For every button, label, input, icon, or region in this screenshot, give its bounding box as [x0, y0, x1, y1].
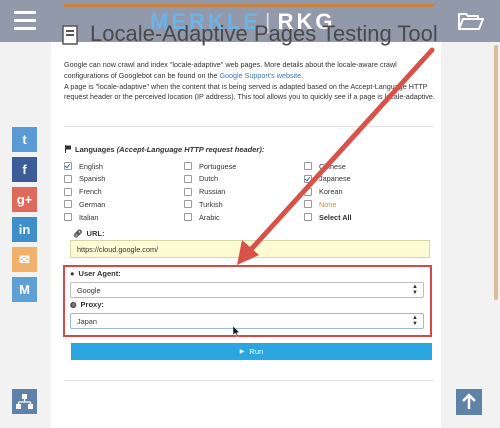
- run-label: Run: [249, 347, 264, 356]
- play-icon: ▶: [239, 349, 245, 355]
- checkbox[interactable]: [64, 200, 72, 209]
- language-option-italian[interactable]: Italian: [64, 211, 98, 223]
- language-label: French: [79, 187, 102, 197]
- language-option-russian[interactable]: Russian: [184, 186, 225, 198]
- language-option-arabic[interactable]: Arabic: [184, 211, 220, 223]
- url-heading: 🔗︎ URL:: [73, 229, 104, 238]
- language-label: Italian: [79, 212, 99, 222]
- divider: [64, 380, 434, 381]
- proxy-value: Japan: [77, 317, 97, 326]
- checkbox[interactable]: [184, 162, 192, 170]
- linkedin-icon[interactable]: in: [12, 217, 37, 242]
- checkbox[interactable]: [64, 187, 72, 196]
- page-title-row: Locale-Adaptive Pages Testing Tool: [62, 21, 442, 49]
- language-option-spanish[interactable]: Spanish: [64, 173, 105, 185]
- language-label: Russian: [199, 187, 226, 197]
- checkbox[interactable]: [184, 213, 192, 222]
- proxy-heading: ◍ Proxy:: [70, 300, 104, 309]
- link-icon: 🔗︎: [73, 229, 83, 238]
- user-agent-label: User Agent:: [78, 269, 121, 278]
- checkbox[interactable]: [304, 162, 312, 170]
- proxy-label: Proxy:: [80, 300, 104, 309]
- checkbox[interactable]: [64, 213, 72, 222]
- checkbox[interactable]: [64, 174, 72, 183]
- checkbox[interactable]: [304, 213, 312, 222]
- user-agent-value: Google: [77, 286, 101, 295]
- languages-heading: Languages (Accept-Language HTTP request …: [64, 145, 264, 154]
- divider: [64, 126, 434, 127]
- language-option-dutch[interactable]: Dutch: [184, 173, 218, 185]
- language-option-german[interactable]: German: [64, 198, 105, 210]
- brand-accent-line: [64, 4, 434, 7]
- language-label: Chinese: [319, 161, 346, 171]
- language-label: None: [319, 199, 337, 209]
- language-label: Select All: [319, 212, 352, 222]
- language-label: Portuguese: [199, 161, 237, 171]
- language-option-korean[interactable]: Korean: [304, 186, 343, 198]
- select-caret-icon: ▲ ▼: [412, 284, 418, 296]
- checkbox[interactable]: [184, 174, 192, 183]
- language-option-french[interactable]: French: [64, 186, 102, 198]
- intro-p2: A page is "locale-adaptive" when the con…: [64, 81, 435, 102]
- folder-open-icon[interactable]: [458, 10, 484, 32]
- languages-hint: (Accept-Language HTTP request header):: [116, 145, 265, 154]
- checkbox[interactable]: [184, 200, 192, 209]
- flag-icon: [65, 145, 71, 153]
- user-agent-select[interactable]: Google ▲ ▼: [70, 282, 424, 298]
- google-support-link[interactable]: Google Support's website: [219, 71, 301, 80]
- facebook-icon[interactable]: f: [12, 157, 37, 182]
- language-label: Dutch: [199, 174, 219, 184]
- language-label: Spanish: [79, 174, 106, 184]
- checkbox[interactable]: [184, 187, 192, 196]
- language-label: Japanese: [319, 174, 351, 184]
- languages-label: Languages: [75, 145, 115, 154]
- globe-icon: ◍: [70, 300, 77, 309]
- google-plus-icon[interactable]: g+: [12, 187, 37, 212]
- language-label: English: [79, 161, 103, 171]
- proxy-select[interactable]: Japan ▲ ▼: [70, 313, 424, 329]
- checkbox[interactable]: [64, 162, 72, 170]
- url-label: URL:: [86, 229, 105, 238]
- language-label: Turkish: [199, 199, 223, 209]
- scrollbar[interactable]: [494, 45, 498, 300]
- language-label: Korean: [319, 187, 343, 197]
- scroll-to-top-icon[interactable]: [456, 389, 482, 415]
- run-button[interactable]: ▶ Run: [71, 343, 432, 360]
- language-option-chinese[interactable]: Chinese: [304, 160, 346, 172]
- user-agent-heading: ● User Agent:: [70, 269, 121, 278]
- language-option-portuguese[interactable]: Portuguese: [184, 160, 236, 172]
- menu-icon[interactable]: [14, 11, 36, 31]
- document-icon: [62, 25, 78, 45]
- merkle-icon[interactable]: M: [12, 277, 37, 302]
- user-icon: ●: [70, 269, 75, 278]
- language-option-english[interactable]: English: [64, 160, 103, 172]
- language-option-select-all[interactable]: Select All: [304, 211, 352, 223]
- mouse-cursor-icon: [233, 326, 241, 337]
- language-option-turkish[interactable]: Turkish: [184, 198, 223, 210]
- language-label: Arabic: [199, 212, 220, 222]
- select-caret-icon: ▲ ▼: [412, 315, 418, 327]
- checkbox[interactable]: [304, 187, 312, 196]
- language-label: German: [79, 199, 106, 209]
- url-input[interactable]: [70, 240, 430, 258]
- email-icon[interactable]: ✉: [12, 247, 37, 272]
- page-title: Locale-Adaptive Pages Testing Tool: [90, 21, 438, 46]
- language-option-japanese[interactable]: Japanese: [304, 173, 351, 185]
- language-option-none[interactable]: None: [304, 198, 336, 210]
- intro-text: Google can now crawl and index "locale-a…: [64, 60, 436, 103]
- sitemap-icon[interactable]: [12, 389, 37, 414]
- twitter-icon[interactable]: t: [12, 127, 37, 152]
- checkbox[interactable]: [304, 200, 312, 209]
- intro-p1-end: .: [301, 70, 304, 80]
- checkbox[interactable]: [304, 174, 312, 183]
